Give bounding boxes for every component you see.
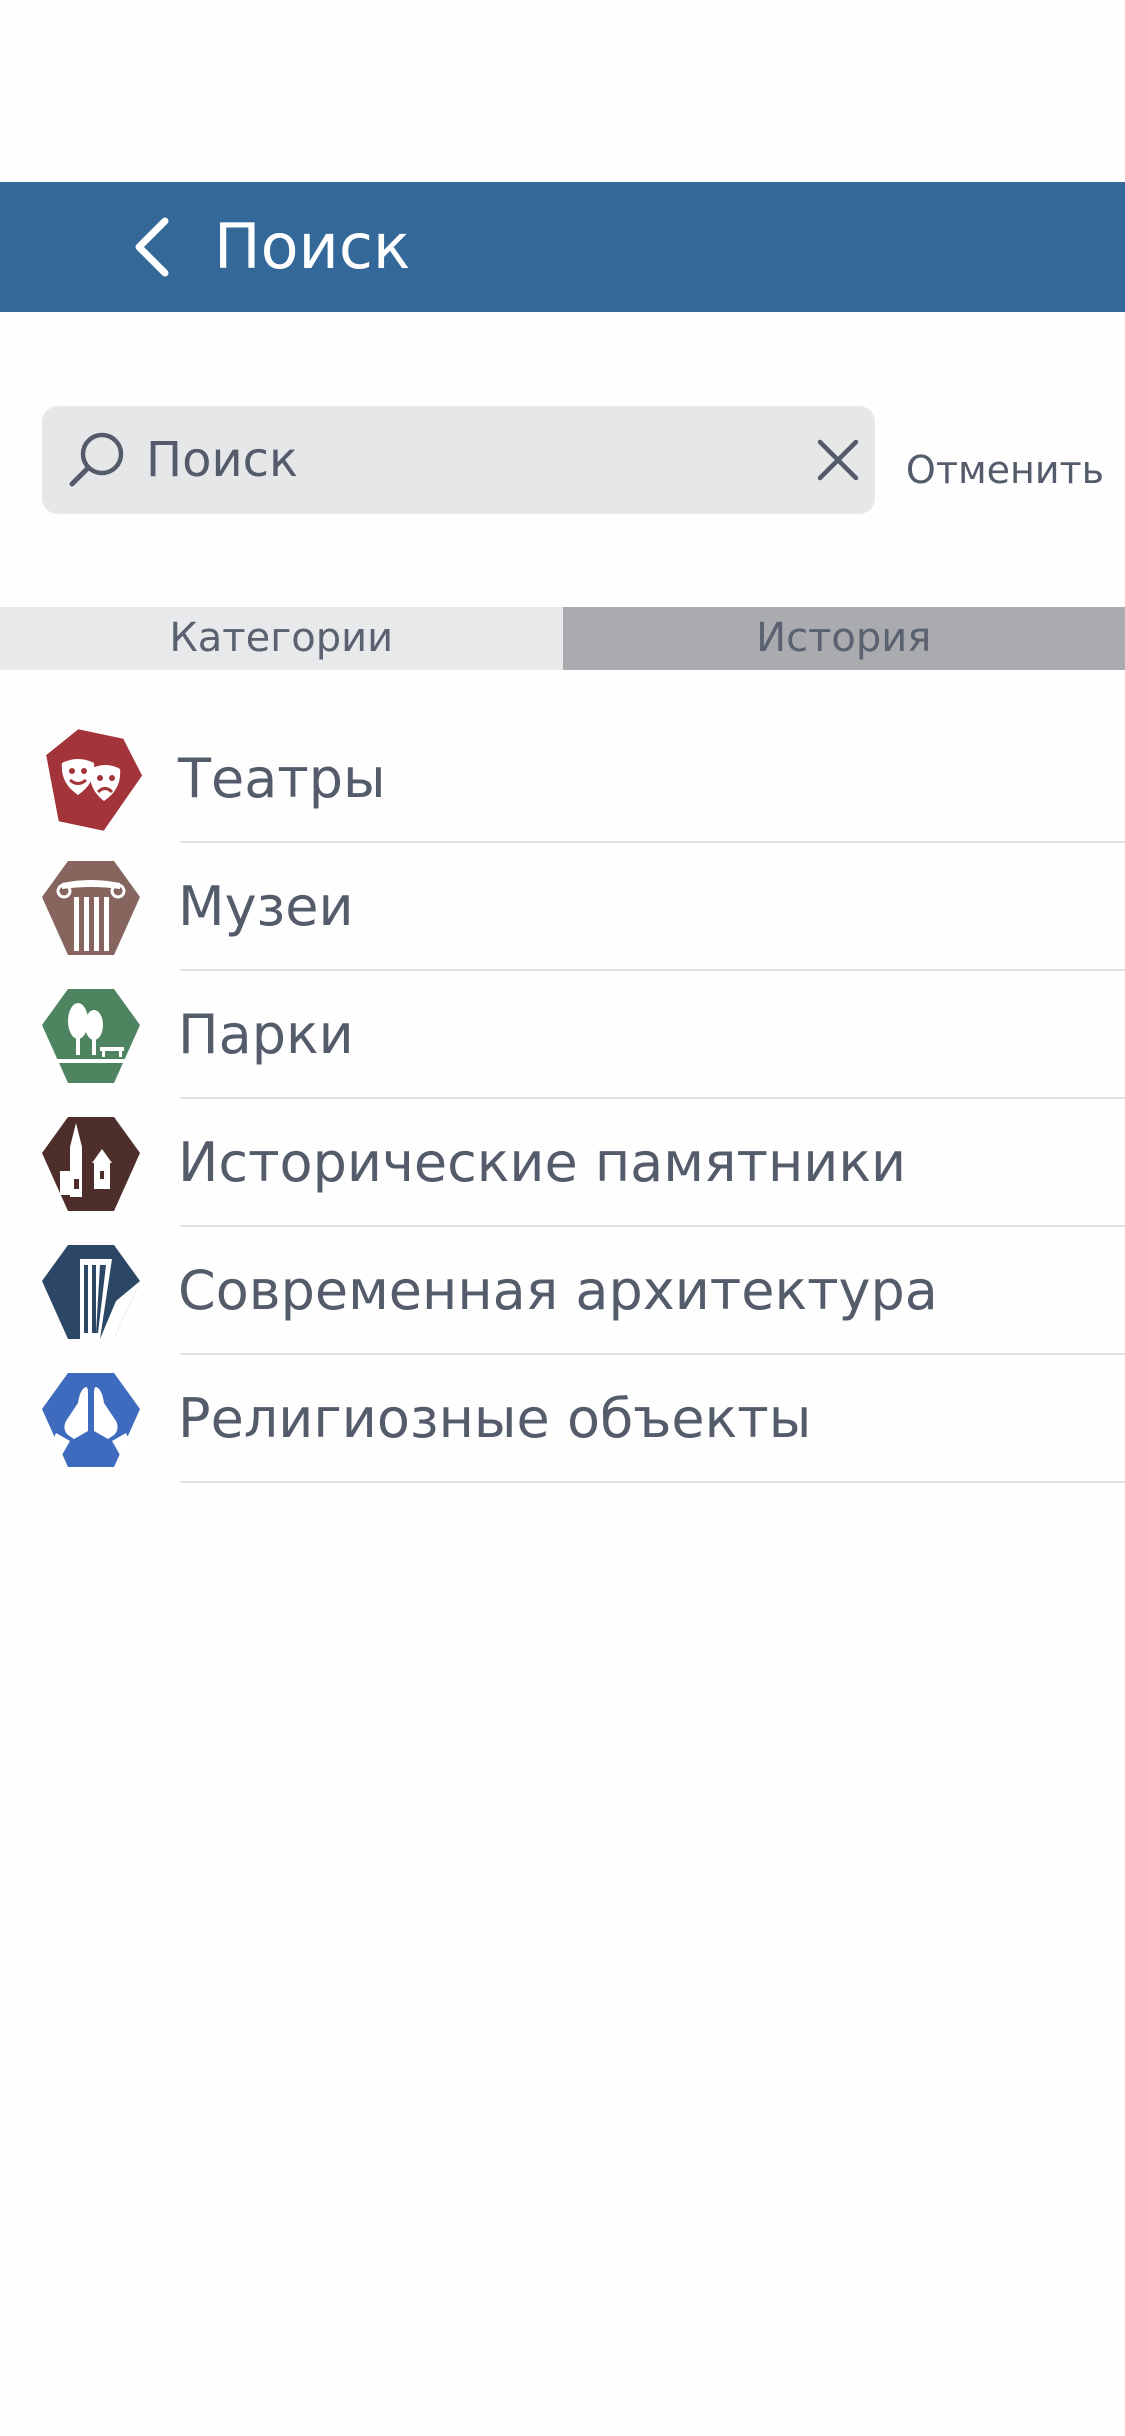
page-title: Поиск <box>214 210 411 283</box>
praying-hands-icon <box>42 1373 140 1467</box>
search-bar <box>42 406 875 514</box>
cancel-button[interactable]: Отменить <box>890 440 1120 500</box>
category-label: Театры <box>178 747 386 810</box>
theater-masks-icon <box>46 729 142 831</box>
category-item-historic-monuments[interactable]: Исторические памятники <box>0 1099 1125 1227</box>
category-item-museums[interactable]: Музеи <box>0 843 1125 971</box>
category-item-religious-sites[interactable]: Религиозные объекты <box>0 1355 1125 1483</box>
castle-icon <box>42 1117 140 1211</box>
tab-history[interactable]: История <box>562 607 1125 670</box>
tree-bench-icon <box>42 989 140 1083</box>
category-label: Музеи <box>178 875 354 938</box>
column-icon <box>42 861 140 955</box>
category-item-parks[interactable]: Парки <box>0 971 1125 1099</box>
category-label: Религиозные объекты <box>178 1387 812 1450</box>
category-item-modern-architecture[interactable]: Современная архитектура <box>0 1227 1125 1355</box>
navigation-bar: Поиск <box>0 182 1125 312</box>
search-icon <box>69 432 124 487</box>
segmented-tabs: Категории История <box>0 607 1125 670</box>
category-item-theaters[interactable]: Театры <box>0 715 1125 843</box>
category-label: Современная архитектура <box>178 1259 938 1322</box>
search-input[interactable] <box>146 406 826 514</box>
clear-icon[interactable] <box>810 432 866 488</box>
tab-categories[interactable]: Категории <box>0 607 563 670</box>
category-label: Исторические памятники <box>178 1131 907 1194</box>
chevron-left-icon <box>135 217 169 277</box>
back-button[interactable] <box>116 212 186 282</box>
category-label: Парки <box>178 1003 354 1066</box>
skyscraper-icon <box>42 1245 140 1339</box>
divider <box>180 1481 1125 1483</box>
